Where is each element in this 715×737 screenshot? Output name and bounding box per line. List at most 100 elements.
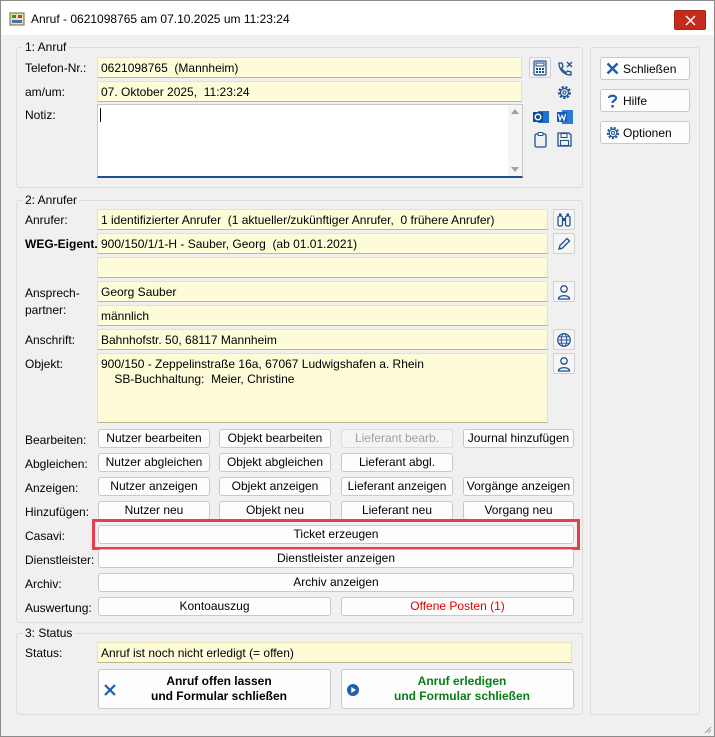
edit-label: Bearbeiten: bbox=[25, 433, 87, 447]
help-icon bbox=[607, 94, 618, 108]
side-panel bbox=[590, 47, 700, 715]
sync-supplier-button[interactable]: Lieferant abgl. bbox=[341, 453, 453, 472]
show-supplier-button[interactable]: Lieferant anzeigen bbox=[341, 477, 453, 496]
contact-label: Ansprech-partner: bbox=[25, 286, 80, 317]
call-window: Anruf - 0621098765 am 07.10.2025 um 11:2… bbox=[0, 0, 715, 737]
add-user-button[interactable]: Nutzer neu bbox=[98, 501, 210, 520]
call-group-title: 1: Anruf bbox=[23, 40, 69, 54]
evaluation-label: Auswertung: bbox=[25, 601, 92, 615]
calculator-button[interactable] bbox=[529, 57, 551, 78]
close-button-label: Schließen bbox=[623, 62, 677, 76]
add-label: Hinzufügen: bbox=[25, 505, 90, 519]
date-label: am/um: bbox=[25, 85, 66, 99]
edit-object-button[interactable]: Objekt bearbeiten bbox=[219, 429, 331, 448]
show-archive-button[interactable]: Archiv anzeigen bbox=[98, 573, 574, 592]
map-button[interactable] bbox=[553, 329, 575, 350]
leave-open-button[interactable]: Anruf offen lassen und Formular schließe… bbox=[98, 669, 331, 709]
provider-label: Dienstleister: bbox=[25, 553, 95, 567]
phone-label: Telefon-Nr.: bbox=[25, 61, 87, 75]
help-button[interactable]: Hilfe bbox=[600, 89, 690, 112]
open-items-button[interactable]: Offene Posten (1) bbox=[341, 597, 574, 616]
caller-label: Anrufer: bbox=[25, 213, 68, 227]
close-icon bbox=[606, 62, 619, 75]
sync-label: Abgleichen: bbox=[25, 457, 88, 471]
note-scrollbar[interactable] bbox=[508, 105, 522, 176]
date-field[interactable]: 07. Oktober 2025, 11:23:24 bbox=[97, 81, 522, 102]
status-field[interactable]: Anruf ist noch nicht erledigt (= offen) bbox=[97, 642, 572, 663]
play-circle-icon bbox=[347, 684, 359, 696]
object-field[interactable]: 900/150 - Zeppelinstraße 16a, 67067 Ludw… bbox=[97, 353, 548, 423]
status-label: Status: bbox=[25, 646, 63, 660]
sync-object-button[interactable]: Objekt abgleichen bbox=[219, 453, 331, 472]
show-providers-button[interactable]: Dienstleister anzeigen bbox=[98, 549, 574, 568]
calculator-icon bbox=[533, 60, 547, 76]
save-button[interactable] bbox=[553, 128, 575, 149]
caller-group-title: 2: Anrufer bbox=[23, 193, 80, 207]
clipboard-icon bbox=[534, 131, 547, 148]
owner-field-2[interactable] bbox=[97, 257, 548, 278]
window-close-button[interactable] bbox=[674, 10, 706, 30]
edit-owner-button[interactable] bbox=[553, 233, 575, 254]
clipboard-button[interactable] bbox=[529, 128, 551, 149]
search-caller-button[interactable] bbox=[553, 209, 575, 230]
save-icon bbox=[557, 132, 572, 147]
phone-missed-button[interactable] bbox=[553, 57, 575, 78]
gear-icon bbox=[558, 86, 571, 99]
outlook-icon bbox=[533, 111, 549, 123]
close-button[interactable]: Schließen bbox=[600, 57, 690, 80]
owner-label: WEG-Eigent.: bbox=[25, 237, 102, 251]
phone-field[interactable]: 0621098765 (Mannheim) bbox=[97, 57, 522, 78]
show-user-button[interactable]: Nutzer anzeigen bbox=[98, 477, 210, 496]
object-person-button[interactable] bbox=[553, 353, 575, 374]
options-button[interactable]: Optionen bbox=[600, 121, 690, 144]
contact-name-field[interactable]: Georg Sauber bbox=[97, 281, 548, 302]
resize-grip-icon[interactable] bbox=[702, 724, 712, 734]
show-object-button[interactable]: Objekt anzeigen bbox=[219, 477, 331, 496]
text-caret bbox=[100, 108, 101, 122]
highlight-box bbox=[92, 519, 580, 550]
sync-user-button[interactable]: Nutzer abgleichen bbox=[98, 453, 210, 472]
account-statement-button[interactable]: Kontoauszug bbox=[98, 597, 331, 616]
add-journal-button[interactable]: Journal hinzufügen bbox=[463, 429, 574, 448]
note-textarea[interactable] bbox=[97, 104, 523, 178]
show-processes-button[interactable]: Vorgänge anzeigen bbox=[463, 477, 574, 496]
pencil-icon bbox=[558, 237, 571, 250]
status-group-title: 3: Status bbox=[23, 626, 75, 640]
person-icon bbox=[557, 285, 571, 300]
word-button[interactable] bbox=[553, 105, 575, 126]
edit-user-button[interactable]: Nutzer bearbeiten bbox=[98, 429, 210, 448]
globe-icon bbox=[557, 333, 571, 347]
close-icon bbox=[685, 15, 696, 26]
object-label: Objekt: bbox=[25, 357, 64, 371]
window-title: Anruf - 0621098765 am 07.10.2025 um 11:2… bbox=[31, 12, 290, 26]
contact-person-button[interactable] bbox=[553, 281, 575, 302]
word-icon bbox=[557, 110, 573, 124]
add-supplier-button[interactable]: Lieferant neu bbox=[341, 501, 453, 520]
add-process-button[interactable]: Vorgang neu bbox=[463, 501, 574, 520]
archive-label: Archiv: bbox=[25, 577, 62, 591]
show-label: Anzeigen: bbox=[25, 481, 79, 495]
title-bar: Anruf - 0621098765 am 07.10.2025 um 11:2… bbox=[1, 1, 714, 35]
person-icon bbox=[557, 357, 571, 372]
address-field[interactable]: Bahnhofstr. 50, 68117 Mannheim bbox=[97, 329, 548, 350]
edit-supplier-button[interactable]: Lieferant bearb. bbox=[341, 429, 453, 448]
phone-missed-icon bbox=[558, 61, 573, 76]
outlook-button[interactable] bbox=[529, 105, 551, 126]
address-label: Anschrift: bbox=[25, 333, 76, 347]
options-button-label: Optionen bbox=[623, 126, 672, 140]
settings-button[interactable] bbox=[553, 81, 575, 102]
scroll-up-arrow-icon[interactable] bbox=[511, 109, 519, 114]
binoculars-icon bbox=[557, 213, 571, 227]
help-button-label: Hilfe bbox=[623, 94, 648, 108]
complete-call-button[interactable]: Anruf erledigen und Formular schließen bbox=[341, 669, 574, 709]
add-object-button[interactable]: Objekt neu bbox=[219, 501, 331, 520]
casavi-label: Casavi: bbox=[25, 529, 66, 543]
contact-gender-field[interactable]: männlich bbox=[97, 305, 548, 326]
complete-call-label: Anruf erledigen und Formular schließen bbox=[393, 674, 531, 703]
caller-field[interactable]: 1 identifizierter Anrufer (1 aktueller/z… bbox=[97, 209, 548, 230]
note-label: Notiz: bbox=[25, 108, 56, 122]
scroll-down-arrow-icon[interactable] bbox=[511, 167, 519, 172]
owner-field[interactable]: 900/150/1/1-H - Sauber, Georg (ab 01.01.… bbox=[97, 233, 548, 254]
cross-icon bbox=[104, 684, 116, 696]
gear-icon bbox=[606, 126, 620, 140]
